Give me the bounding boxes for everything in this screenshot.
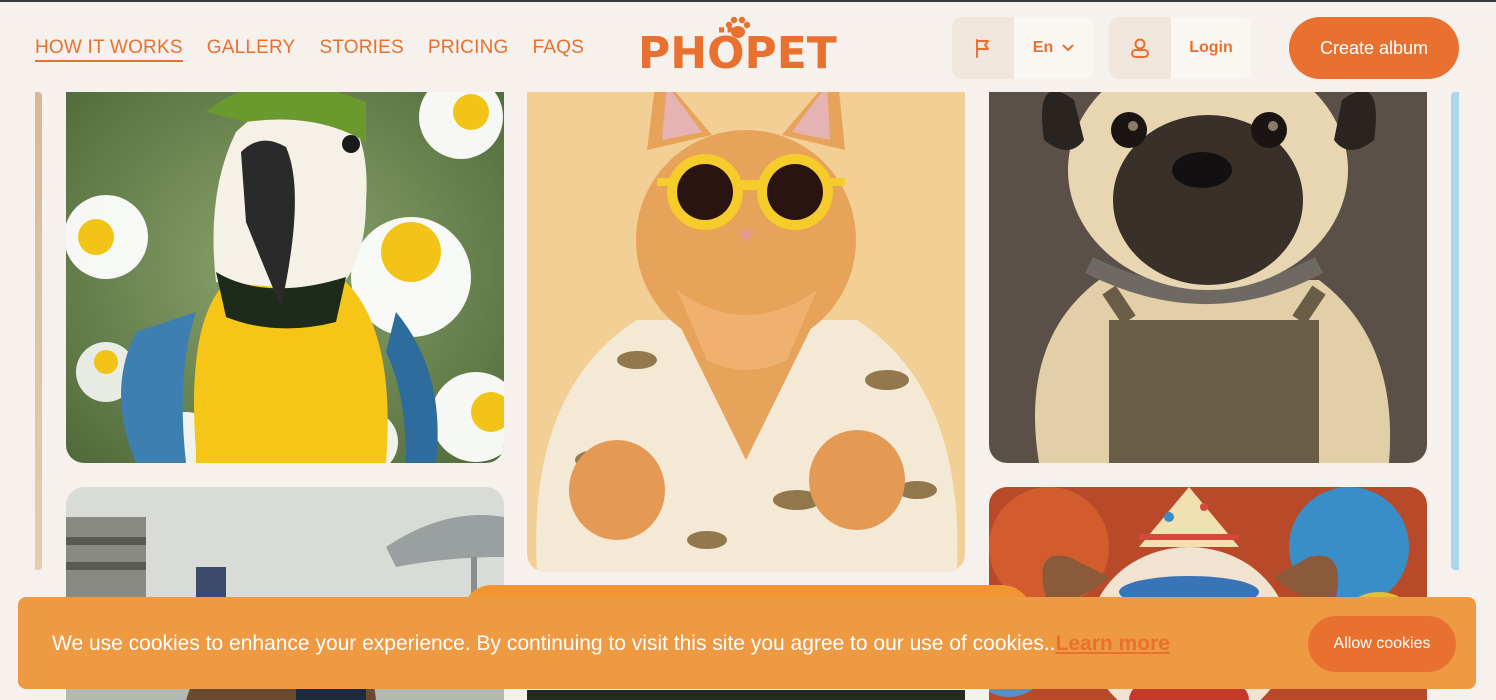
gallery-image-partial[interactable] [527,690,965,700]
learn-more-link[interactable]: Learn more [1056,632,1170,655]
login-button[interactable]: Login [1109,17,1251,79]
language-dropdown[interactable]: En [1014,17,1094,79]
nav-how-it-works[interactable]: HOW IT WORKS [35,37,183,62]
cookie-message: We use cookies to enhance your experienc… [52,632,1170,656]
allow-cookies-button[interactable]: Allow cookies [1308,616,1456,672]
main-nav: HOW IT WORKS GALLERY STORIES PRICING FAQ… [35,37,584,62]
nav-gallery[interactable]: GALLERY [207,37,296,62]
language-selector[interactable]: En [952,17,1094,79]
nav-stories[interactable]: STORIES [319,37,403,62]
chevron-down-icon [1062,44,1074,52]
login-label: Login [1171,17,1251,79]
nav-faqs[interactable]: FAQS [532,37,583,62]
gallery-image-cat[interactable] [527,60,965,572]
user-icon [1109,17,1171,79]
site-header: HOW IT WORKS GALLERY STORIES PRICING FAQ… [0,2,1496,92]
language-value: En [1032,39,1054,56]
flag-icon [952,17,1014,79]
gallery-image-parrot[interactable] [66,72,504,463]
gallery-left-edge [35,92,42,570]
create-album-button[interactable]: Create album [1289,17,1459,79]
paw-icon [725,16,751,38]
cookie-text: We use cookies to enhance your experienc… [52,632,1056,655]
cookie-banner: We use cookies to enhance your experienc… [18,597,1476,689]
gallery-right-edge [1451,92,1459,570]
nav-pricing[interactable]: PRICING [428,37,509,62]
brand-logo[interactable]: PHÖPET [638,16,858,79]
gallery-image-pug[interactable] [989,60,1427,463]
